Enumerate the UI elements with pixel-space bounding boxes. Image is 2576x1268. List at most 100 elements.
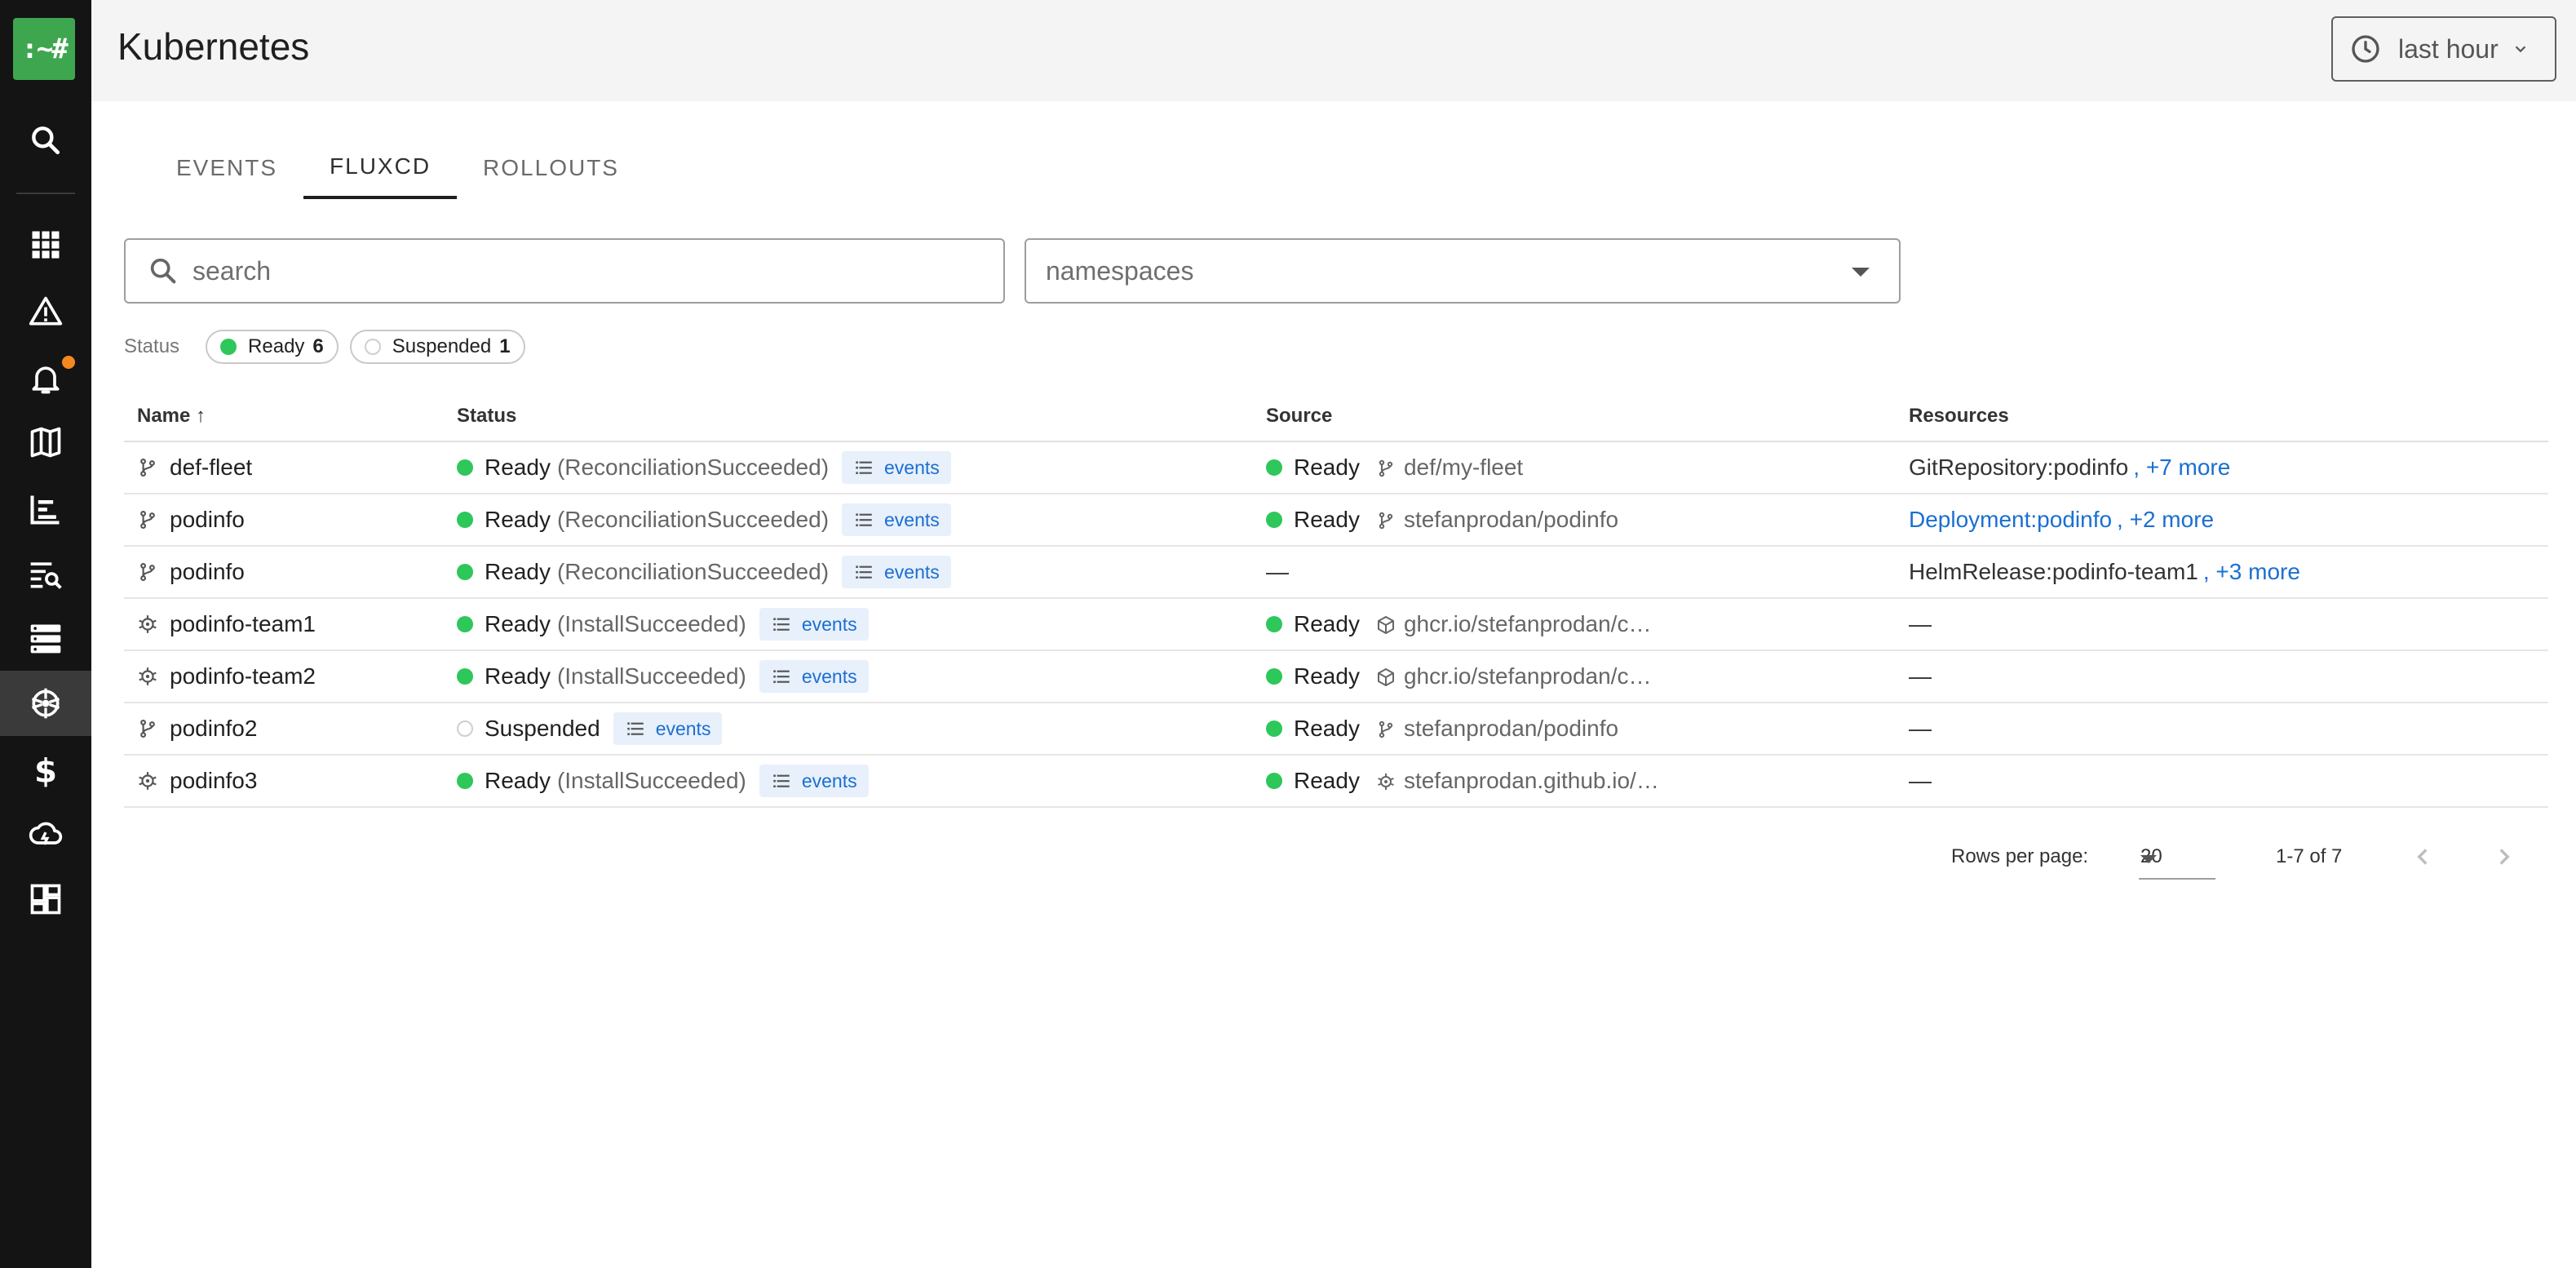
tab-fluxcd[interactable]: FLUXCD [303,137,458,199]
table-row[interactable]: podinfo3 Ready (InstallSucceeded) events Rea… [124,756,2548,808]
cell-name[interactable]: podinfo2 [137,703,257,754]
git-branch-icon [137,561,158,583]
helm-icon [137,770,158,791]
suspended-dot-icon [364,339,381,355]
list-icon [853,561,884,583]
table-row[interactable]: def-fleet Ready (ReconciliationSucceeded) e… [124,442,2548,494]
page-title: Kubernetes [117,25,310,68]
rows-per-page-select[interactable]: 20 [2139,837,2215,880]
events-button[interactable]: events [842,556,951,588]
sort-ascending-icon: ↑ [196,405,206,427]
nav-alerts[interactable] [0,279,91,344]
nav-apps[interactable] [0,212,91,277]
nav-map[interactable] [0,410,91,475]
col-header-source[interactable]: Source [1266,405,1332,428]
nav-notifications[interactable] [0,346,91,411]
events-button[interactable]: events [759,608,869,641]
pagination: Rows per page: 20 1-7 of 7 [0,826,2576,888]
cell-name[interactable]: podinfo-team1 [137,599,316,650]
source-ref[interactable]: stefanprodan/podinfo [1404,507,1618,533]
chip-ready[interactable]: Ready 6 [206,330,339,364]
source-empty: — [1266,559,1289,584]
source-ref[interactable]: ghcr.io/stefanprodan/c… [1404,663,1652,689]
col-header-resources[interactable]: Resources [1909,405,2009,428]
cell-status: Ready (ReconciliationSucceeded) events [457,494,951,545]
events-label: events [884,561,940,583]
source-status: Ready [1294,663,1360,689]
source-ref[interactable]: def/my-fleet [1404,454,1523,481]
table-row[interactable]: podinfo Ready (ReconciliationSucceeded) eve… [124,494,2548,547]
events-button[interactable]: events [613,712,723,745]
status-reason: (InstallSucceeded) [556,768,746,793]
search-field[interactable] [124,238,1005,304]
cell-name[interactable]: podinfo-team2 [137,651,316,702]
table-row[interactable]: podinfo Ready (ReconciliationSucceeded) eve… [124,547,2548,599]
table-row[interactable]: podinfo2 Suspended events Ready stefanprodan… [124,703,2548,756]
source-ref[interactable]: stefanprodan/podinfo [1404,716,1618,742]
ready-dot-icon [1266,512,1282,528]
events-button[interactable]: events [842,451,951,484]
nav-charts[interactable] [0,477,91,542]
map-icon [30,427,61,458]
dropdown-caret-icon [1852,268,1870,277]
nav-cost[interactable]: $ [0,738,91,803]
cell-name[interactable]: podinfo [137,547,245,597]
sidebar-divider [16,193,75,194]
kubernetes-icon [31,688,60,719]
events-button[interactable]: events [759,765,869,797]
apps-grid-icon [32,231,60,259]
nav-servers[interactable] [0,605,91,671]
nav-kubernetes[interactable] [0,671,91,736]
cell-status: Ready (InstallSucceeded) events [457,599,869,650]
status-text: Ready [485,559,551,584]
events-button[interactable]: events [759,660,869,693]
bell-icon [32,366,60,394]
time-range-button[interactable]: last hour [2331,16,2556,82]
status-reason: (ReconciliationSucceeded) [556,559,830,584]
sidebar: :~# $ [0,0,91,1268]
chip-label: Suspended [392,335,492,357]
cell-source: — [1266,547,1289,597]
prev-page-button[interactable] [2403,837,2442,876]
ready-dot-icon [1266,616,1282,632]
cell-source: Ready stefanprodan.github.io/… [1266,756,1659,806]
app-logo[interactable]: :~# [13,18,75,80]
tab-rollouts[interactable]: ROLLOUTS [457,137,645,199]
source-ref[interactable]: stefanprodan.github.io/… [1404,768,1659,794]
row-name: podinfo-team1 [170,611,316,636]
git-branch-icon [1376,719,1396,738]
col-header-status[interactable]: Status [457,405,516,428]
namespaces-select[interactable]: namespaces [1025,238,1901,304]
next-page-button[interactable] [2485,837,2524,876]
source-ref[interactable]: ghcr.io/stefanprodan/c… [1404,611,1652,637]
resource-main: — [1909,663,1932,689]
cell-name[interactable]: podinfo3 [137,756,257,806]
ready-dot-icon [457,773,473,789]
resource-more-link[interactable]: , +2 more [2117,507,2214,533]
resource-main[interactable]: Deployment:podinfo [1909,507,2112,533]
ready-dot-icon [457,668,473,685]
tab-bar: EVENTS FLUXCD ROLLOUTS [150,137,645,199]
row-name: podinfo-team2 [170,663,316,689]
helm-icon [137,666,158,687]
col-header-name[interactable]: Name ↑ [137,405,206,428]
nav-log-search[interactable] [0,542,91,607]
resource-more-link[interactable]: , +7 more [2133,454,2230,481]
tab-events[interactable]: EVENTS [150,137,303,199]
events-button[interactable]: events [842,503,951,536]
chip-count: 6 [312,335,324,357]
search-input[interactable] [193,255,927,286]
nav-search[interactable] [0,108,91,173]
cell-name[interactable]: def-fleet [137,442,252,493]
status-reason: (InstallSucceeded) [556,663,746,689]
ready-dot-icon [457,459,473,476]
cell-name[interactable]: podinfo [137,494,245,545]
resource-main: — [1909,768,1932,793]
fluxcd-table: Name ↑ Status Source Resources def-fleet… [124,390,2548,808]
table-row[interactable]: podinfo-team2 Ready (InstallSucceeded) even… [124,651,2548,703]
chip-suspended[interactable]: Suspended 1 [349,330,525,364]
resource-more-link[interactable]: , +3 more [2203,559,2300,585]
dollar-icon: $ [34,752,57,788]
rows-per-page-label: Rows per page: [1951,845,2089,867]
table-row[interactable]: podinfo-team1 Ready (InstallSucceeded) even… [124,599,2548,651]
